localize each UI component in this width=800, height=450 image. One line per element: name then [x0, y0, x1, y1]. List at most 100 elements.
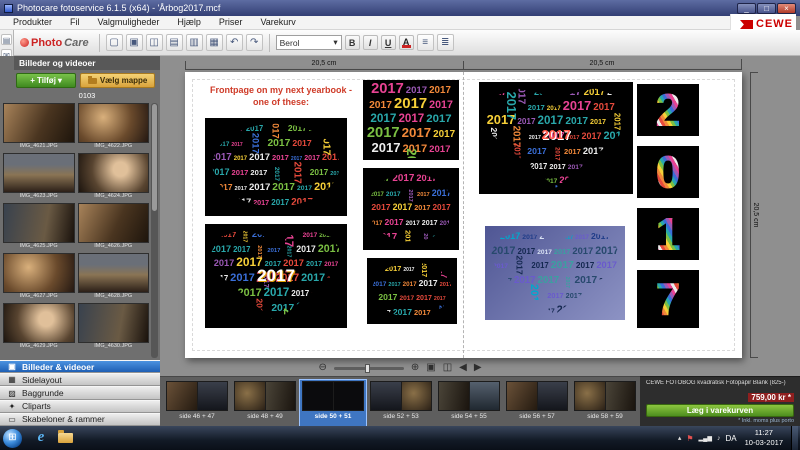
save-icon[interactable]: ◫	[146, 34, 163, 51]
page-thumb-mini	[266, 382, 296, 410]
language-indicator[interactable]: DA	[726, 434, 737, 443]
sidebar-item-baggrunde[interactable]: ▨Baggrunde	[0, 386, 160, 399]
page-thumb-mini	[198, 382, 228, 410]
sidebar-item-sidelayout[interactable]: ▦Sidelayout	[0, 373, 160, 386]
book-spread[interactable]: Frontpage on my next yearbook - one of t…	[185, 72, 742, 358]
cloud-word: 2017	[308, 128, 322, 133]
cloud-word: 2017	[405, 221, 421, 227]
explorer-icon[interactable]	[53, 428, 77, 448]
wordcloud-blue-photo[interactable]: 2017201720172017201720172017201720172017…	[485, 226, 625, 320]
product-price: 759,00 kr *	[748, 393, 794, 402]
network-icon[interactable]: ▂▄▆	[699, 435, 712, 442]
filmstrip-page[interactable]: side 54 + 55	[436, 380, 502, 426]
font-color-button[interactable]: A	[399, 35, 414, 50]
previous-page-icon[interactable]: ◀	[459, 361, 467, 375]
spread-view-icon[interactable]: ◫	[443, 361, 452, 375]
filmstrip-page[interactable]: side 46 + 47	[164, 380, 230, 426]
digit-2-photo[interactable]: 2	[637, 84, 699, 136]
zoom-in-icon[interactable]: ⊕	[411, 361, 419, 375]
italic-button[interactable]: I	[363, 35, 378, 50]
photo-thumbnail[interactable]: IMG_4628.JPG	[78, 253, 150, 300]
photo-thumbnail[interactable]: IMG_4625.JPG	[3, 203, 75, 250]
photo-thumbnail[interactable]: IMG_4624.JPG	[78, 153, 150, 200]
photo-image	[78, 253, 150, 293]
digit-7-photo[interactable]: 7	[637, 270, 699, 328]
wordcloud-heart-photo[interactable]: 2017201720172017201720172017201720172017…	[205, 224, 347, 328]
minimize-button[interactable]: _	[737, 3, 756, 14]
menu-item-produkter[interactable]: Produkter	[4, 16, 61, 29]
choose-folder-button[interactable]: Vælg mappe	[80, 73, 155, 88]
next-page-icon[interactable]: ▶	[474, 361, 482, 375]
add-photos-button[interactable]: + Tilføj ▾	[16, 73, 76, 88]
maximize-button[interactable]: □	[757, 3, 776, 14]
fit-page-icon[interactable]: ▣	[426, 361, 435, 375]
internet-explorer-icon[interactable]: e	[29, 428, 53, 448]
zoom-out-icon[interactable]: ⊖	[318, 361, 326, 375]
show-desktop-button[interactable]	[791, 426, 798, 450]
clock[interactable]: 11:27 10-03-2017	[742, 428, 786, 448]
wordcloud-big-heart-photo[interactable]: 2017201720172017201720172017201720172017…	[479, 82, 633, 194]
photo-thumbnail[interactable]: IMG_4623.JPG	[3, 153, 75, 200]
zoom-slider-thumb[interactable]	[365, 364, 370, 373]
menu-item-fil[interactable]: Fil	[61, 16, 89, 29]
wordcloud-bubble-photo[interactable]: 2017201720172017201720172017201720172017…	[205, 118, 347, 216]
filmstrip-page[interactable]: side 48 + 49	[232, 380, 298, 426]
photo-grid-scrollbar[interactable]	[151, 103, 158, 358]
cloud-word: 2017	[309, 169, 329, 177]
align-left-icon[interactable]: ≡	[417, 34, 434, 51]
add-to-cart-button[interactable]: Læg i varekurven	[646, 404, 794, 417]
filmstrip-page[interactable]: side 58 + 59	[572, 380, 638, 426]
photo-thumbnail[interactable]: IMG_4621.JPG	[3, 103, 75, 150]
filmstrip-page[interactable]: side 52 + 53	[368, 380, 434, 426]
undo-icon[interactable]: ↶	[226, 34, 243, 51]
pages-tool-icon[interactable]: ▤	[1, 34, 12, 45]
paste-icon[interactable]: ▦	[206, 34, 223, 51]
action-center-icon[interactable]: ⚑	[686, 434, 693, 443]
wordcloud-small-photo[interactable]: 2017201720172017201720172017201720172017…	[367, 258, 457, 324]
menu-item-hj-lp[interactable]: Hjælp	[168, 16, 210, 29]
menu-item-varekurv[interactable]: Varekurv	[251, 16, 304, 29]
cloud-word: 2017	[405, 147, 417, 158]
open-folder-icon[interactable]: ▣	[126, 34, 143, 51]
show-hidden-icons[interactable]: ▴	[678, 434, 682, 442]
wordcloud-stack-photo[interactable]: 2017201720172017201720172017201720172017…	[363, 80, 459, 160]
redo-icon[interactable]: ↷	[246, 34, 263, 51]
photo-image	[3, 153, 75, 193]
zoom-slider[interactable]	[334, 367, 404, 370]
scrollbar-thumb[interactable]	[152, 104, 157, 211]
font-family-select[interactable]: Berol ▾	[276, 35, 342, 50]
filmstrip-page[interactable]: side 50 + 51	[300, 380, 366, 426]
copy-icon[interactable]: ▥	[186, 34, 203, 51]
filmstrip-page[interactable]: side 56 + 57	[504, 380, 570, 426]
align-center-icon[interactable]: ≣	[437, 34, 454, 51]
cloud-word: 2017	[231, 169, 250, 176]
sidebar-item-skabeloner-rammer[interactable]: ▭Skabeloner & rammer	[0, 413, 160, 426]
cloud-word: 2017	[329, 172, 343, 177]
photo-thumbnail[interactable]: IMG_4627.JPG	[3, 253, 75, 300]
spread-caption[interactable]: Frontpage on my next yearbook - one of t…	[201, 84, 361, 108]
photo-thumbnail[interactable]: IMG_4630.JPG	[78, 303, 150, 350]
start-button[interactable]: ⊞	[3, 429, 22, 448]
digit-0-photo[interactable]: 0	[637, 146, 699, 198]
underline-button[interactable]: U	[381, 35, 396, 50]
sidebar-item-billeder-videoer[interactable]: ▣Billeder & videoer	[0, 360, 160, 373]
new-document-icon[interactable]: ▢	[106, 34, 123, 51]
bold-button[interactable]: B	[345, 35, 360, 50]
sidebar-item-cliparts[interactable]: ✦Cliparts	[0, 400, 160, 413]
page-thumb-label: side 54 + 55	[451, 413, 487, 420]
cloud-word: 2017	[564, 276, 569, 289]
print-icon[interactable]: ▤	[166, 34, 183, 51]
wordcloud-round-photo[interactable]: 2017201720172017201720172017201720172017…	[363, 168, 459, 250]
photo-thumbnail[interactable]: IMG_4622.JPG	[78, 103, 150, 150]
photo-thumbnail[interactable]: IMG_4626.JPG	[78, 203, 150, 250]
close-button[interactable]: ×	[777, 3, 796, 14]
menu-item-priser[interactable]: Priser	[210, 16, 252, 29]
menu-item-valgmuligheder[interactable]: Valgmuligheder	[89, 16, 169, 29]
photo-thumbnail[interactable]: IMG_4629.JPG	[3, 303, 75, 350]
volume-icon[interactable]: ♪	[717, 435, 721, 442]
digit-1-photo[interactable]: 1	[637, 208, 699, 260]
cloud-word: 2017	[214, 142, 230, 148]
photo-filename: IMG_4630.JPG	[78, 343, 150, 350]
cloud-word: 2017	[223, 293, 237, 298]
cloud-word: 2017	[290, 290, 310, 297]
